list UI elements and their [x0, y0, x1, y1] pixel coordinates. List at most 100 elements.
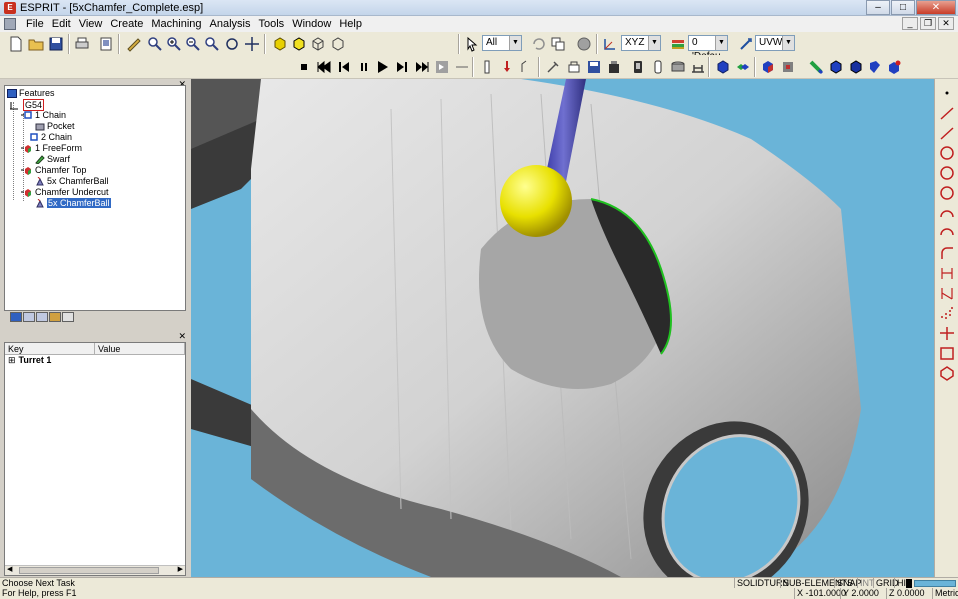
select-filter-combo[interactable]: All ▼ — [482, 35, 522, 51]
sim-line-icon[interactable] — [452, 57, 472, 77]
new-file-icon[interactable] — [6, 34, 26, 54]
step-back-icon[interactable] — [334, 57, 354, 77]
tool-insert-icon[interactable] — [648, 57, 668, 77]
ops-tab-icon[interactable] — [49, 312, 61, 322]
tree-item-chamfer-top[interactable]: Chamfer Top — [19, 165, 86, 175]
sweep-icon[interactable] — [846, 57, 866, 77]
fast-forward-icon[interactable] — [412, 57, 432, 77]
zoom-window-icon[interactable] — [145, 34, 165, 54]
minimize-button[interactable]: – — [866, 0, 890, 15]
features-tree[interactable]: Features G54 1 Chain Pocket 2 Chain 1 Fr… — [4, 85, 186, 311]
tree-item-chain-1[interactable]: 1 Chain — [19, 110, 66, 120]
work-coordinates-combo[interactable]: UVW ▼ — [755, 35, 795, 51]
zoom-out-icon[interactable] — [183, 34, 203, 54]
skip-end-icon[interactable] — [432, 57, 452, 77]
line-angle-icon[interactable] — [938, 125, 956, 142]
properties-panel-close-icon[interactable]: ✕ — [178, 331, 186, 342]
print-icon[interactable] — [72, 34, 92, 54]
solid-cube-icon[interactable] — [713, 57, 733, 77]
tree-root-features[interactable]: Features — [7, 88, 55, 98]
tree-item-pocket[interactable]: Pocket — [35, 121, 75, 131]
zoom-fit-icon[interactable] — [202, 34, 222, 54]
step-forward-icon[interactable] — [392, 57, 412, 77]
feature-icon[interactable] — [564, 57, 584, 77]
properties-grid[interactable]: Key Value ⊞ Turret 1 ◀ ▶ — [4, 342, 186, 576]
menu-view[interactable]: View — [75, 18, 107, 30]
document-icon[interactable] — [4, 18, 16, 30]
loft-icon[interactable] — [864, 57, 884, 77]
expand-icon[interactable]: ⊞ — [8, 355, 16, 366]
features-tab-icon[interactable] — [10, 312, 22, 322]
menu-tools[interactable]: Tools — [255, 18, 289, 30]
line-icon[interactable] — [938, 105, 956, 122]
tool-display-icon[interactable] — [477, 57, 497, 77]
pan-view-icon[interactable] — [242, 34, 262, 54]
undo-icon[interactable] — [528, 34, 548, 54]
extrude-icon[interactable] — [806, 57, 826, 77]
solid-intersect-icon[interactable] — [778, 57, 798, 77]
menu-machining[interactable]: Machining — [147, 18, 205, 30]
tree-item-chamferball-1[interactable]: 5x ChamferBall — [35, 176, 109, 186]
toolpath-icon[interactable] — [497, 57, 517, 77]
redraw-icon[interactable] — [124, 34, 144, 54]
layer-combo[interactable]: 0 'Defau▼ — [688, 35, 728, 62]
play-icon[interactable] — [372, 57, 392, 77]
menu-create[interactable]: Create — [106, 18, 147, 30]
tree-item-swarf[interactable]: Swarf — [35, 154, 70, 165]
shaded-solid-icon[interactable] — [270, 34, 290, 54]
stop-sim-icon[interactable] — [294, 57, 314, 77]
work-coordinates-icon[interactable] — [736, 34, 756, 54]
menu-window[interactable]: Window — [288, 18, 335, 30]
doc-minimize-button[interactable]: _ — [902, 17, 918, 30]
fixture-icon[interactable] — [668, 57, 688, 77]
save-icon[interactable] — [46, 34, 66, 54]
circle-center-icon[interactable] — [938, 145, 956, 162]
solid-subtract-icon[interactable] — [758, 57, 778, 77]
perpendicular-icon[interactable] — [938, 325, 956, 342]
doc-close-button[interactable]: ✕ — [938, 17, 954, 30]
fillet-icon[interactable] — [938, 245, 956, 262]
menu-help[interactable]: Help — [335, 18, 366, 30]
plane-icon[interactable] — [600, 34, 620, 54]
database-tab-icon[interactable] — [36, 312, 48, 322]
point-icon[interactable] — [938, 85, 956, 102]
points-pattern-icon[interactable] — [938, 305, 956, 322]
menu-edit[interactable]: Edit — [48, 18, 75, 30]
extend-icon[interactable] — [938, 285, 956, 302]
work-plane-combo[interactable]: XYZ ▼ — [621, 35, 661, 51]
machine-icon[interactable] — [688, 57, 708, 77]
3d-viewport[interactable] — [191, 79, 934, 577]
maximize-button[interactable]: □ — [891, 0, 915, 15]
copy-selection-icon[interactable] — [548, 34, 568, 54]
stock-icon[interactable] — [604, 57, 624, 77]
rewind-icon[interactable] — [314, 57, 334, 77]
machining-wizard-icon[interactable] — [543, 57, 563, 77]
solid-union-icon[interactable] — [733, 57, 753, 77]
trim-icon[interactable] — [938, 265, 956, 282]
menu-file[interactable]: File — [22, 18, 48, 30]
doc-restore-button[interactable]: ❐ — [920, 17, 936, 30]
arc-tangent-icon[interactable] — [938, 225, 956, 242]
zoom-in-icon[interactable] — [164, 34, 184, 54]
pause-icon[interactable] — [354, 57, 374, 77]
circle-3pt-icon[interactable] — [938, 185, 956, 202]
shaded-edges-icon[interactable] — [289, 34, 309, 54]
arc-icon[interactable] — [938, 205, 956, 222]
rotate-view-icon[interactable] — [222, 34, 242, 54]
project-tab-icon[interactable] — [23, 312, 35, 322]
select-arrow-icon[interactable] — [462, 34, 482, 54]
property-row[interactable]: ⊞ Turret 1 — [5, 355, 185, 366]
print-preview-icon[interactable] — [96, 34, 116, 54]
tree-item-chain-2[interactable]: 2 Chain — [29, 132, 72, 142]
open-folder-icon[interactable] — [26, 34, 46, 54]
tree-item-chamferball-2[interactable]: 5x ChamferBall — [35, 198, 111, 208]
color-swatch[interactable] — [906, 579, 912, 588]
menu-analysis[interactable]: Analysis — [206, 18, 255, 30]
horizontal-scrollbar[interactable]: ◀ ▶ — [5, 565, 185, 575]
save-ops-icon[interactable] — [584, 57, 604, 77]
solid-edit-icon[interactable] — [884, 57, 904, 77]
rectangle-icon[interactable] — [938, 345, 956, 362]
stop-icon[interactable] — [574, 34, 594, 54]
scrollbar-thumb[interactable] — [19, 567, 159, 574]
tree-item-freeform[interactable]: 1 FreeForm — [19, 143, 82, 153]
